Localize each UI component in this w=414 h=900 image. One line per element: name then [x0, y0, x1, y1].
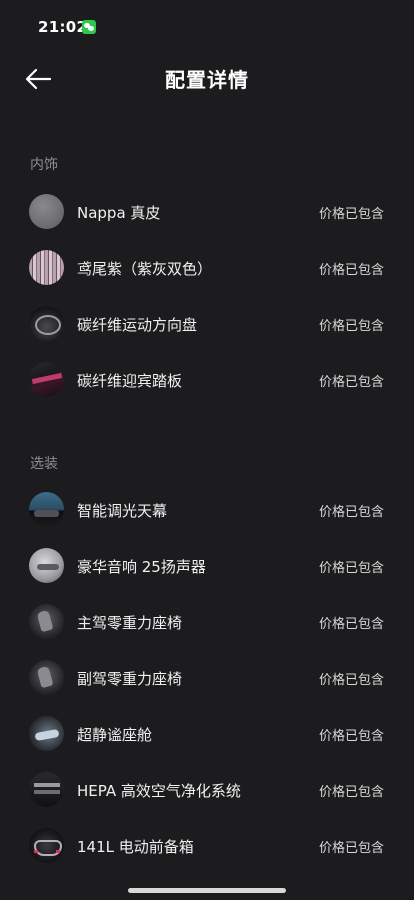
- list-item[interactable]: Nappa 真皮 价格已包含: [0, 184, 414, 240]
- page-title: 配置详情: [165, 68, 249, 92]
- header: 配置详情: [0, 50, 414, 106]
- list-item[interactable]: 碳纤维迎宾踏板 价格已包含: [0, 352, 414, 408]
- color-swatch-image: [29, 250, 64, 285]
- option-name: 智能调光天幕: [77, 502, 168, 520]
- option-price: 价格已包含: [318, 319, 384, 334]
- sunroof-image: [29, 492, 64, 527]
- option-name: 副驾零重力座椅: [77, 670, 183, 688]
- list-item[interactable]: 超静谧座舱 价格已包含: [0, 706, 414, 762]
- list-item[interactable]: 智能调光天幕 价格已包含: [0, 482, 414, 538]
- option-price: 价格已包含: [318, 785, 384, 800]
- front-trunk-image: [29, 828, 64, 863]
- seat-image: [29, 604, 64, 639]
- option-name: HEPA 高效空气净化系统: [77, 782, 241, 800]
- section-label-options: 选装: [30, 456, 58, 472]
- air-filter-image: [29, 772, 64, 807]
- list-item[interactable]: 141L 电动前备箱 价格已包含: [0, 818, 414, 874]
- seat-image: [29, 660, 64, 695]
- option-price: 价格已包含: [318, 841, 384, 856]
- option-price: 价格已包含: [318, 207, 384, 222]
- list-item[interactable]: 鸢尾紫（紫灰双色） 价格已包含: [0, 240, 414, 296]
- option-name: 鸢尾紫（紫灰双色）: [77, 260, 213, 278]
- steering-wheel-image: [29, 306, 64, 341]
- list-item[interactable]: HEPA 高效空气净化系统 价格已包含: [0, 762, 414, 818]
- speaker-image: [29, 548, 64, 583]
- door-sill-image: [29, 362, 64, 397]
- option-name: 主驾零重力座椅: [77, 614, 183, 632]
- option-price: 价格已包含: [318, 729, 384, 744]
- option-price: 价格已包含: [318, 617, 384, 632]
- option-name: Nappa 真皮: [77, 204, 161, 222]
- section-label-interior: 内饰: [30, 157, 58, 173]
- option-price: 价格已包含: [318, 263, 384, 278]
- list-item[interactable]: 豪华音响 25扬声器 价格已包含: [0, 538, 414, 594]
- option-price: 价格已包含: [318, 375, 384, 390]
- option-name: 141L 电动前备箱: [77, 838, 194, 856]
- status-time: 21:02: [38, 18, 88, 36]
- option-price: 价格已包含: [318, 673, 384, 688]
- list-item[interactable]: 碳纤维运动方向盘 价格已包含: [0, 296, 414, 352]
- status-bar: 21:02: [0, 0, 414, 50]
- wechat-icon: [82, 20, 96, 34]
- cabin-image: [29, 716, 64, 751]
- leather-swatch-image: [29, 194, 64, 229]
- home-indicator[interactable]: [128, 888, 286, 893]
- option-name: 碳纤维迎宾踏板: [77, 372, 183, 390]
- list-item[interactable]: 主驾零重力座椅 价格已包含: [0, 594, 414, 650]
- option-name: 超静谧座舱: [77, 726, 153, 744]
- list-item[interactable]: 副驾零重力座椅 价格已包含: [0, 650, 414, 706]
- option-price: 价格已包含: [318, 561, 384, 576]
- option-name: 碳纤维运动方向盘: [77, 316, 198, 334]
- option-price: 价格已包含: [318, 505, 384, 520]
- option-name: 豪华音响 25扬声器: [77, 558, 206, 576]
